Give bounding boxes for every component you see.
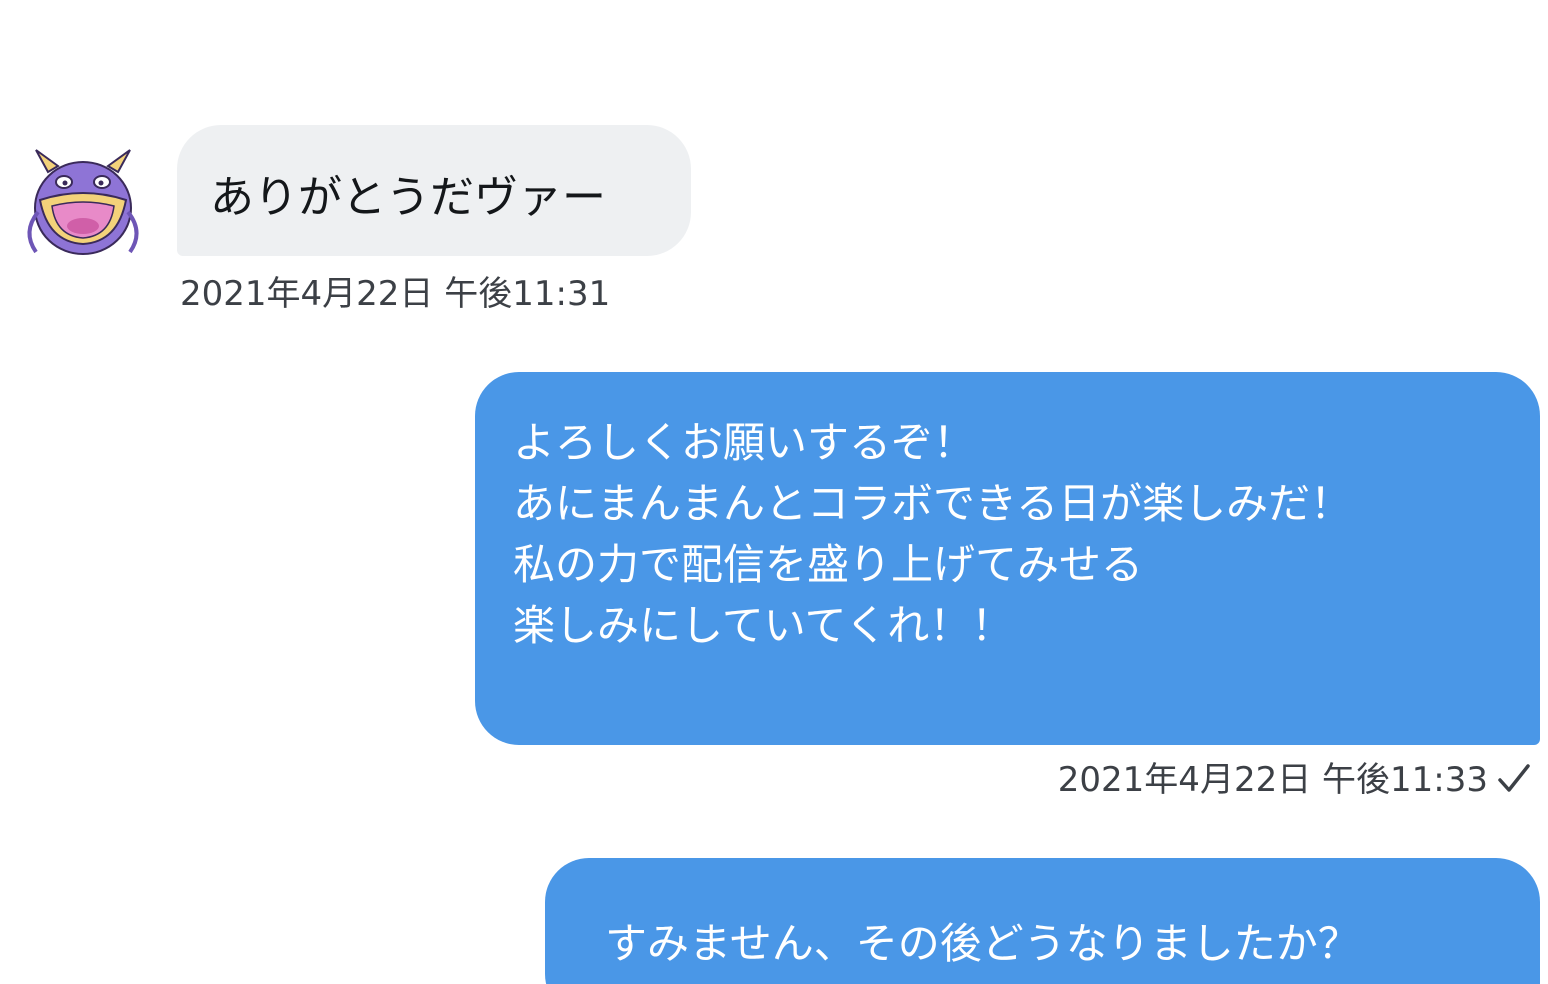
outgoing-message-line: よろしくお願いするぞ！: [513, 418, 976, 467]
incoming-message-bubble[interactable]: ありがとうだヴァー: [177, 125, 691, 256]
incoming-message-timestamp: 2021年4月22日 午後11:31: [180, 274, 611, 314]
outgoing-message-text: すみません、その後どうなりましたか？: [605, 919, 1360, 968]
incoming-message-text: ありがとうだヴァー: [210, 172, 606, 223]
dm-conversation: ありがとうだヴァー 2021年4月22日 午後11:31 よろしくお願いするぞ！…: [0, 0, 1548, 984]
outgoing-message-line: 楽しみにしていてくれ！！: [513, 601, 1014, 650]
outgoing-message-line: あにまんまんとコラボできる日が楽しみだ！: [513, 479, 1353, 528]
purple-monster-avatar-icon[interactable]: [18, 142, 148, 266]
outgoing-message-bubble[interactable]: よろしくお願いするぞ！ あにまんまんとコラボできる日が楽しみだ！ 私の力で配信を…: [475, 372, 1540, 745]
outgoing-message-bubble[interactable]: すみません、その後どうなりましたか？: [545, 858, 1540, 984]
checkmark-icon: [1498, 764, 1530, 792]
outgoing-message-line: 私の力で配信を盛り上げてみせる: [513, 540, 1144, 589]
outgoing-message-timestamp: 2021年4月22日 午後11:33: [1057, 760, 1488, 800]
